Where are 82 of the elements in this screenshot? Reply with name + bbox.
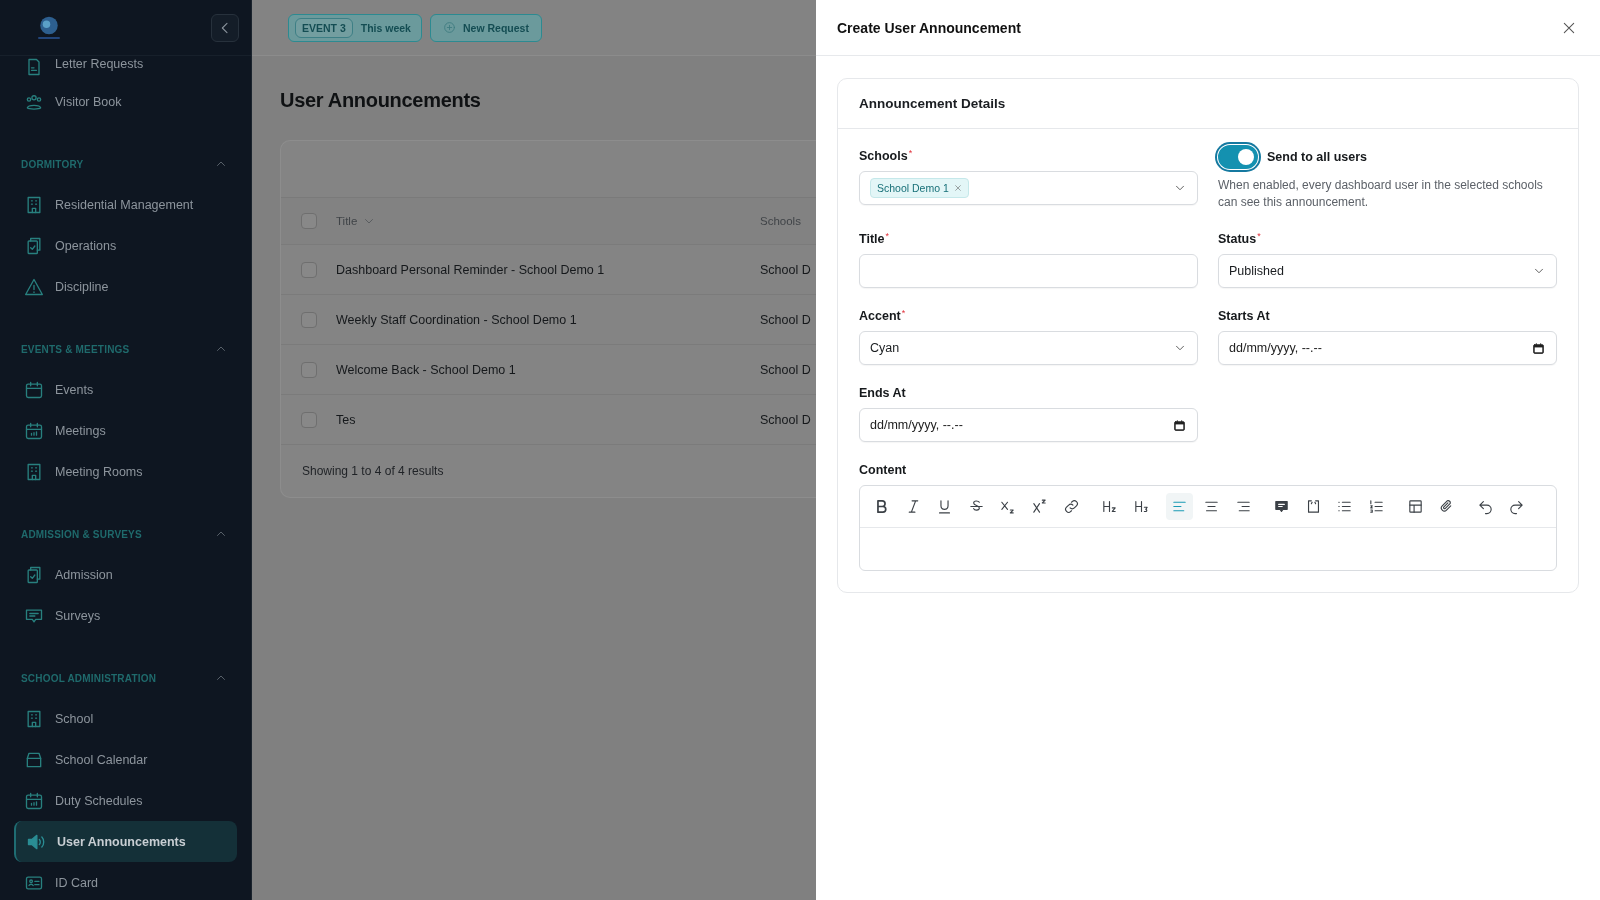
nav-item[interactable]: Visitor Book: [14, 81, 237, 122]
required-mark: *: [901, 309, 906, 318]
nav-item[interactable]: Operations: [14, 225, 237, 266]
event-button[interactable]: EVENT 3 This week: [288, 13, 422, 42]
tag-label: School Demo 1: [877, 182, 949, 194]
calendar-icon: [24, 790, 44, 811]
accent-select[interactable]: Cyan: [859, 331, 1198, 365]
plus-circle-icon: [442, 21, 456, 34]
column-header: Schools: [760, 215, 801, 227]
redo-icon: [1508, 498, 1526, 515]
field-label: Title: [859, 232, 885, 246]
superscript-icon: [1030, 498, 1048, 515]
nav-item[interactable]: Events: [14, 369, 237, 410]
table-cell: School D: [760, 362, 811, 377]
field-label: Accent: [859, 309, 901, 323]
table-cell-text: Weekly Staff Coordination - School Demo 1: [336, 312, 578, 327]
required-mark: *: [908, 149, 913, 158]
close-icon: [953, 184, 962, 192]
card-title: Announcement Details: [859, 96, 1006, 111]
heading-icon: [1132, 498, 1150, 515]
nav-item[interactable]: ID Card: [14, 862, 237, 900]
table-cell: School D: [760, 262, 811, 277]
section-label: SCHOOL ADMINISTRATION: [21, 672, 157, 684]
status-select[interactable]: Published: [1218, 254, 1557, 288]
date-time-field[interactable]: dd/mm/yyyy, --.--: [859, 408, 1198, 442]
multi-select[interactable]: School Demo 1: [859, 171, 1198, 205]
nav-item[interactable]: Admission: [14, 554, 237, 595]
calendar-icon: [24, 379, 44, 400]
selected-value: Published: [1229, 264, 1284, 278]
event-badge: EVENT 3: [295, 17, 353, 38]
checkbox[interactable]: [301, 261, 317, 278]
table-cell-text: Welcome Back - School Demo 1: [336, 362, 517, 377]
link-icon: [1062, 498, 1080, 515]
comment-icon: [1273, 498, 1291, 515]
nav-item[interactable]: Residential Management: [14, 184, 237, 225]
field-label: Schools: [859, 149, 908, 163]
field-label: Content: [859, 463, 907, 477]
checkbox[interactable]: [301, 361, 317, 378]
field-label: Ends At: [859, 386, 906, 400]
table-cell-text: Dashboard Personal Reminder - School Demo 1: [336, 262, 606, 277]
calendar-icon: [1532, 342, 1545, 355]
calendar-icon: [1173, 419, 1186, 432]
calendar-icon: [24, 420, 44, 441]
required-mark: *: [1257, 232, 1261, 241]
field-label: Starts At: [1218, 309, 1270, 323]
field-label: Status: [1218, 232, 1257, 246]
table-cell: School D: [760, 312, 811, 327]
section-label: EVENTS & MEETINGS: [21, 343, 130, 355]
nav-item[interactable]: Discipline: [14, 266, 237, 307]
checkbox[interactable]: [301, 311, 317, 328]
nav-item[interactable]: Duty Schedules: [14, 780, 237, 821]
event-label: This week: [359, 21, 412, 34]
collapse-button[interactable]: [211, 13, 239, 42]
results-summary: Showing 1 to 4 of 4 results: [302, 464, 444, 478]
required-mark: *: [885, 232, 889, 241]
section-label: DORMITORY: [21, 158, 84, 170]
column-title: Title: [336, 215, 358, 227]
heading-icon: [1101, 498, 1119, 515]
nav-item[interactable]: Meetings: [14, 410, 237, 451]
toggle-label: Send to all users: [1267, 150, 1368, 164]
date-time-field[interactable]: dd/mm/yyyy, --.--: [1218, 331, 1557, 365]
nav-item[interactable]: Letter Requests: [14, 56, 237, 81]
table-cell: School D: [760, 412, 811, 427]
undo-icon: [1476, 498, 1494, 515]
toggle-switch[interactable]: [1218, 145, 1258, 169]
nav-item[interactable]: Surveys: [14, 595, 237, 636]
help-text: When enabled, every dashboard user in the selected schools can see this announcement.: [1218, 177, 1544, 211]
table-cell-text: Tes: [336, 412, 357, 427]
page-title: User Announcements: [280, 89, 482, 112]
drawer-title: Create User Announcement: [837, 19, 1021, 36]
title-input[interactable]: [859, 254, 1198, 288]
numbered-list-icon: [1367, 498, 1385, 515]
warning-icon: [24, 276, 44, 297]
nav-item[interactable]: User Announcements: [14, 821, 237, 862]
nav-item[interactable]: Meeting Rooms: [14, 451, 237, 492]
checkbox[interactable]: [301, 411, 317, 428]
checkbox[interactable]: [301, 213, 317, 229]
selected-value: Cyan: [870, 341, 900, 355]
section-label: ADMISSION & SURVEYS: [21, 528, 142, 540]
nav-item[interactable]: School Calendar: [14, 739, 237, 780]
nav-item[interactable]: School: [14, 698, 237, 739]
table-icon: [1406, 498, 1424, 515]
